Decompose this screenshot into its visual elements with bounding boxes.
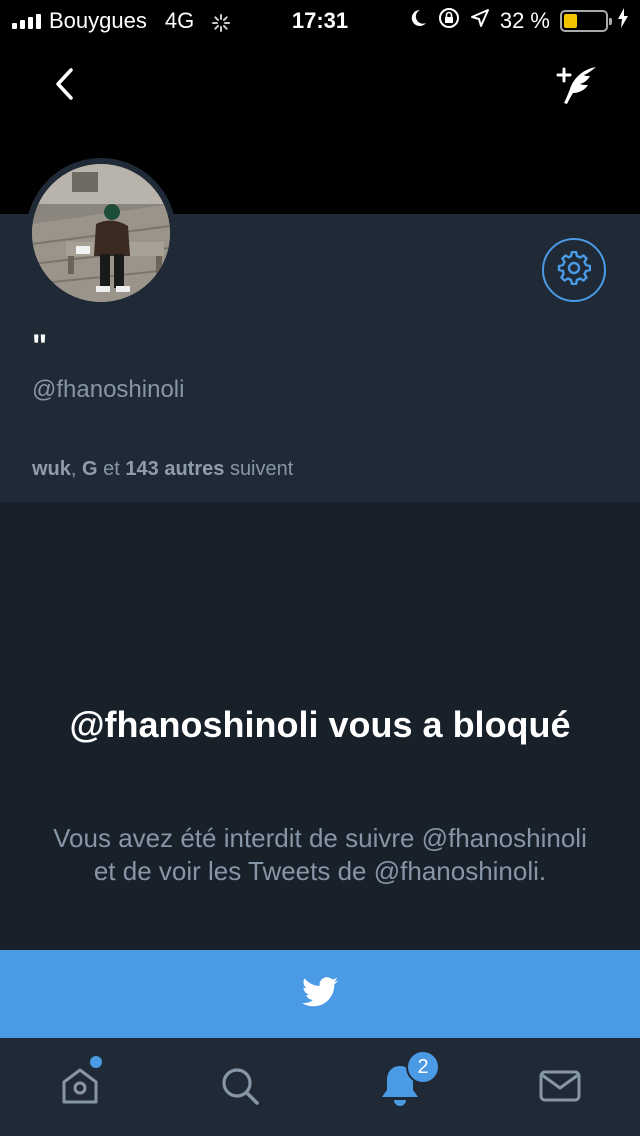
followers-conjunction: et <box>103 458 120 480</box>
tab-search[interactable] <box>212 1060 268 1116</box>
chevron-left-icon <box>53 67 75 106</box>
twitter-banner[interactable] <box>0 950 640 1038</box>
display-name: " <box>32 328 48 364</box>
settings-button[interactable] <box>542 238 606 302</box>
battery-icon <box>560 10 612 32</box>
followers-others-count: 143 autres <box>125 458 225 480</box>
back-button[interactable] <box>40 62 88 110</box>
location-arrow-icon <box>470 8 490 34</box>
followers-suffix: suivent <box>229 458 294 480</box>
profile-handle: @fhanoshinoli <box>32 376 185 403</box>
rotation-lock-icon <box>438 7 460 35</box>
tab-bar: 2 <box>0 1038 640 1136</box>
mail-icon <box>538 1066 582 1111</box>
battery-percent: 32 % <box>499 8 550 33</box>
follower-name: wuk <box>32 458 71 480</box>
new-content-dot <box>90 1056 102 1068</box>
compose-tweet-button[interactable] <box>552 60 604 112</box>
status-right: 32 % <box>408 7 628 35</box>
charging-bolt-icon <box>618 8 628 34</box>
avatar-frame[interactable] <box>26 158 176 308</box>
followed-by-text[interactable]: wuk, G et 143 autres suivent <box>32 458 293 481</box>
followers-separator: , <box>70 458 77 480</box>
tab-messages[interactable] <box>532 1060 588 1116</box>
blocked-notice: @fhanoshinoli vous a bloqué Vous avez ét… <box>0 502 640 950</box>
blocked-description: Vous avez été interdit de suivre @fhanos… <box>53 823 587 886</box>
notification-badge: 2 <box>406 1050 440 1084</box>
status-bar: Bouygues 4G 17:31 32 % <box>0 0 640 40</box>
gear-icon <box>557 250 592 290</box>
blocked-title: @fhanoshinoli vous a bloqué <box>69 704 571 745</box>
compose-tweet-icon <box>556 63 600 110</box>
moon-icon <box>408 8 428 34</box>
tab-home[interactable] <box>52 1060 108 1116</box>
avatar <box>32 164 170 302</box>
twitter-bird-icon <box>302 976 338 1012</box>
follower-name: G <box>82 458 98 480</box>
home-icon <box>58 1064 102 1113</box>
search-icon <box>218 1064 262 1113</box>
